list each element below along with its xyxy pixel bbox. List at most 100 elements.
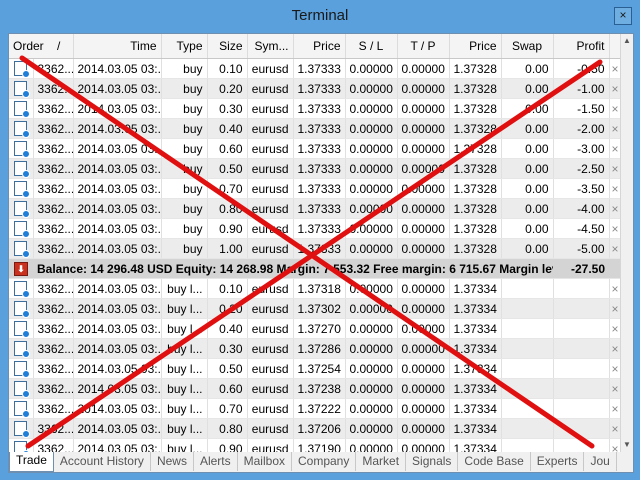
- type-cell: buy l...: [161, 358, 208, 379]
- close-icon[interactable]: ×: [612, 122, 619, 136]
- tab-account-history[interactable]: Account History: [54, 452, 151, 471]
- symbol-cell: eurusd: [247, 118, 294, 139]
- symbol-cell: eurusd: [247, 218, 294, 239]
- table-row[interactable]: 3362... 2014.03.05 03:... buy 1.00 eurusd 1.3…: [9, 238, 622, 259]
- stop-loss-cell: 0.00000: [345, 378, 398, 399]
- tab-experts[interactable]: Experts: [531, 452, 585, 471]
- close-icon[interactable]: ×: [612, 322, 619, 336]
- table-row[interactable]: 3362... 2014.03.05 03:... buy 0.30 eurusd 1.3…: [9, 98, 622, 119]
- window-close-button[interactable]: ×: [614, 7, 632, 25]
- table-row[interactable]: 3362... 2014.03.05 03:... buy 0.50 eurusd 1.3…: [9, 158, 622, 179]
- tab-alerts[interactable]: Alerts: [194, 452, 238, 471]
- column-header-type[interactable]: Type: [161, 34, 208, 59]
- column-header-stop-loss[interactable]: S / L: [345, 34, 398, 59]
- tab-mailbox[interactable]: Mailbox: [238, 452, 292, 471]
- table-row[interactable]: 3362... 2014.03.05 03:... buy l... 0.60 euru…: [9, 378, 622, 399]
- column-header-symbol[interactable]: Sym...: [247, 34, 294, 59]
- column-header-profit[interactable]: Profit: [553, 34, 610, 59]
- symbol-cell: eurusd: [247, 398, 294, 419]
- current-price-cell: 1.37334: [449, 358, 502, 379]
- close-icon[interactable]: ×: [612, 162, 619, 176]
- scroll-up-arrow-icon[interactable]: ▲: [621, 34, 633, 48]
- row-icon-cell: [9, 58, 34, 79]
- column-header-take-profit[interactable]: T / P: [397, 34, 450, 59]
- profit-cell: [553, 358, 610, 379]
- row-icon-cell: [9, 238, 34, 259]
- close-icon[interactable]: ×: [612, 342, 619, 356]
- time-cell: 2014.03.05 03:...: [73, 358, 162, 379]
- close-icon[interactable]: ×: [612, 202, 619, 216]
- current-price-cell: 1.37328: [449, 58, 502, 79]
- close-icon[interactable]: ×: [612, 142, 619, 156]
- table-row[interactable]: 3362... 2014.03.05 03:... buy 0.60 eurusd 1.3…: [9, 138, 622, 159]
- open-price-cell: 1.37318: [293, 278, 346, 299]
- current-price-cell: 1.37334: [449, 378, 502, 399]
- close-icon[interactable]: ×: [612, 242, 619, 256]
- close-icon[interactable]: ×: [612, 362, 619, 376]
- balance-row[interactable]: ⬇ Balance: 14 296.48 USD Equity: 14 268.…: [9, 258, 621, 279]
- table-row[interactable]: 3362... 2014.03.05 03:... buy l... 0.90 euru…: [9, 438, 622, 452]
- table-row[interactable]: 3362... 2014.03.05 03:... buy 0.90 eurusd 1.3…: [9, 218, 622, 239]
- close-icon[interactable]: ×: [612, 82, 619, 96]
- table-row[interactable]: 3362... 2014.03.05 03:... buy 0.10 eurusd 1.3…: [9, 58, 622, 79]
- open-price-cell: 1.37206: [293, 418, 346, 439]
- scroll-down-arrow-icon[interactable]: ▼: [621, 438, 633, 452]
- close-icon[interactable]: ×: [612, 222, 619, 236]
- symbol-cell: eurusd: [247, 138, 294, 159]
- title-bar[interactable]: Terminal ×: [0, 0, 640, 32]
- swap-cell: 0.00: [501, 138, 554, 159]
- table-row[interactable]: 3362... 2014.03.05 03:... buy l... 0.40 euru…: [9, 318, 622, 339]
- current-price-cell: 1.37328: [449, 178, 502, 199]
- table-row[interactable]: 3362... 2014.03.05 03:... buy l... 0.50 euru…: [9, 358, 622, 379]
- tab-company[interactable]: Company: [292, 452, 357, 471]
- swap-cell: 0.00: [501, 158, 554, 179]
- stop-loss-cell: 0.00000: [345, 78, 398, 99]
- open-price-cell: 1.37286: [293, 338, 346, 359]
- order-cell: 3362...: [33, 318, 74, 339]
- table-row[interactable]: 3362... 2014.03.05 03:... buy 0.70 eurusd 1.3…: [9, 178, 622, 199]
- column-header-current-price[interactable]: Price: [449, 34, 502, 59]
- table-row[interactable]: 3362... 2014.03.05 03:... buy 0.80 eurusd 1.3…: [9, 198, 622, 219]
- take-profit-cell: 0.00000: [397, 218, 450, 239]
- close-icon[interactable]: ×: [612, 282, 619, 296]
- profit-cell: [553, 278, 610, 299]
- tab-code-base[interactable]: Code Base: [458, 452, 531, 471]
- column-header-order[interactable]: Order /: [9, 34, 74, 59]
- size-cell: 1.00: [207, 238, 248, 259]
- time-cell: 2014.03.05 03:...: [73, 98, 162, 119]
- swap-cell: [501, 278, 554, 299]
- close-icon[interactable]: ×: [612, 62, 619, 76]
- order-cell: 3362...: [33, 218, 74, 239]
- close-icon[interactable]: ×: [612, 102, 619, 116]
- tab-jou[interactable]: Jou: [584, 452, 617, 471]
- stop-loss-cell: 0.00000: [345, 298, 398, 319]
- size-cell: 0.10: [207, 278, 248, 299]
- size-cell: 0.20: [207, 298, 248, 319]
- close-icon[interactable]: ×: [612, 182, 619, 196]
- column-header-swap[interactable]: Swap: [501, 34, 554, 59]
- tab-market[interactable]: Market: [356, 452, 407, 471]
- table-row[interactable]: 3362... 2014.03.05 03:... buy l... 0.30 euru…: [9, 338, 622, 359]
- table-row[interactable]: 3362... 2014.03.05 03:... buy l... 0.10 euru…: [9, 278, 622, 299]
- table-row[interactable]: 3362... 2014.03.05 03:... buy l... 0.20 euru…: [9, 298, 622, 319]
- tab-trade[interactable]: Trade: [9, 452, 54, 472]
- column-header-open-price[interactable]: Price: [293, 34, 346, 59]
- tab-signals[interactable]: Signals: [406, 452, 459, 471]
- size-cell: 0.60: [207, 378, 248, 399]
- table-row[interactable]: 3362... 2014.03.05 03:... buy l... 0.70 euru…: [9, 398, 622, 419]
- tab-news[interactable]: News: [151, 452, 194, 471]
- close-icon[interactable]: ×: [612, 302, 619, 316]
- vertical-scrollbar[interactable]: ▲ ▼: [620, 34, 633, 452]
- row-icon-cell: [9, 298, 34, 319]
- close-icon[interactable]: ×: [612, 402, 619, 416]
- table-row[interactable]: 3362... 2014.03.05 03:... buy 0.20 eurusd 1.3…: [9, 78, 622, 99]
- current-price-cell: 1.37334: [449, 318, 502, 339]
- close-icon[interactable]: ×: [612, 382, 619, 396]
- order-cell: 3362...: [33, 338, 74, 359]
- table-row[interactable]: 3362... 2014.03.05 03:... buy l... 0.80 euru…: [9, 418, 622, 439]
- column-header-time[interactable]: Time: [73, 34, 162, 59]
- table-row[interactable]: 3362... 2014.03.05 03:... buy 0.40 eurusd 1.3…: [9, 118, 622, 139]
- column-header-size[interactable]: Size: [207, 34, 248, 59]
- close-icon[interactable]: ×: [612, 422, 619, 436]
- current-price-cell: 1.37328: [449, 218, 502, 239]
